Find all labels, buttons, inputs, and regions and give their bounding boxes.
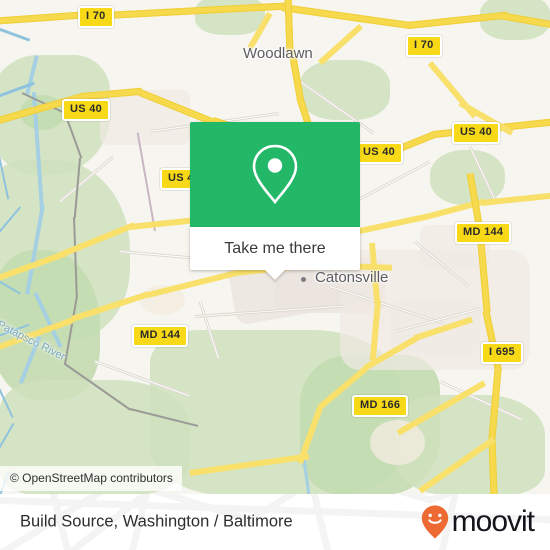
card-pointer-tail bbox=[264, 269, 286, 280]
footer-bar: Build Source, Washington / Baltimore moo… bbox=[0, 494, 550, 550]
moovit-smiley-pin-icon bbox=[421, 505, 448, 539]
take-me-there-label: Take me there bbox=[224, 239, 326, 257]
take-me-there-button[interactable]: Take me there bbox=[190, 227, 360, 280]
location-card[interactable]: Take me there bbox=[190, 122, 360, 280]
moovit-wordmark: moovit bbox=[451, 505, 535, 538]
road-shield-i695: I 695 bbox=[481, 342, 523, 364]
location-card-image bbox=[190, 122, 360, 227]
map-attribution[interactable]: © OpenStreetMap contributors bbox=[0, 466, 182, 491]
map-canvas[interactable]: Woodlawn Catonsville Patapsco River I 70… bbox=[0, 0, 550, 494]
road-shield-md144-west: MD 144 bbox=[132, 325, 189, 347]
road-shield-us40-west: US 40 bbox=[62, 99, 111, 121]
road-shield-us40-center-right: US 40 bbox=[355, 142, 404, 164]
road-shield-i70-east: I 70 bbox=[406, 35, 442, 57]
moovit-map-screenshot: Woodlawn Catonsville Patapsco River I 70… bbox=[0, 0, 550, 550]
road-shield-us40-east: US 40 bbox=[452, 122, 501, 144]
road-shield-i70-west: I 70 bbox=[78, 6, 114, 28]
road-shield-md166: MD 166 bbox=[352, 395, 409, 417]
road-shield-md144-east: MD 144 bbox=[455, 222, 512, 244]
map-pin-icon bbox=[252, 144, 298, 204]
location-title: Build Source, Washington / Baltimore bbox=[20, 512, 293, 531]
moovit-brand[interactable]: moovit bbox=[420, 504, 535, 540]
